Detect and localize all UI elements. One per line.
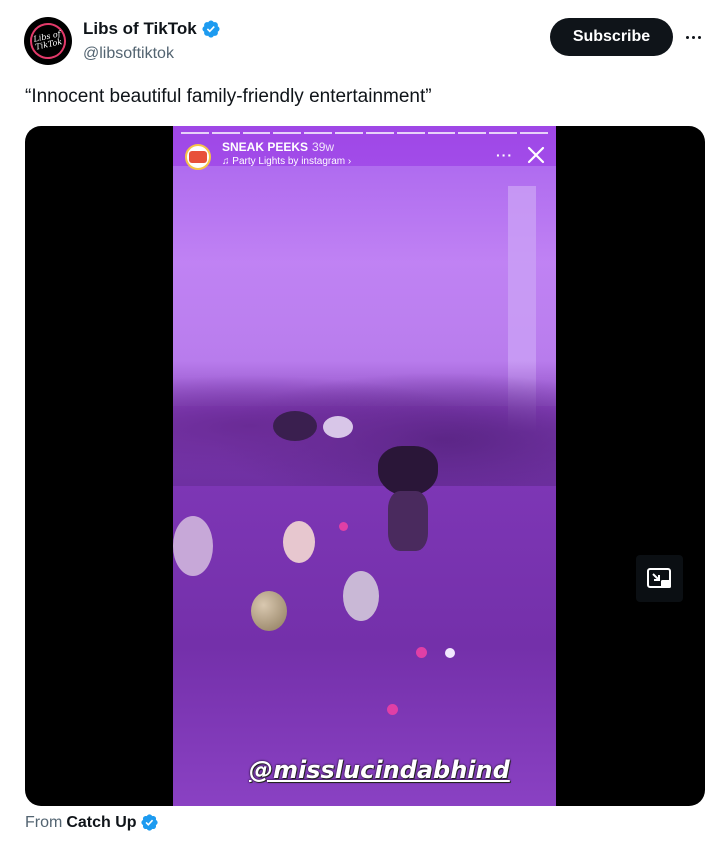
story-account-name: SNEAK PEEKS xyxy=(222,140,309,154)
video-caption: @misslucindabhind xyxy=(249,756,510,784)
scene-ball xyxy=(339,522,348,531)
scene-performer xyxy=(378,446,438,496)
author-display-name[interactable]: Libs of TikTok xyxy=(83,19,197,39)
source-name[interactable]: Catch Up xyxy=(66,814,136,832)
story-more-icon: ··· xyxy=(496,147,513,163)
scene-child xyxy=(173,516,213,576)
scene-balloon xyxy=(251,591,287,631)
scene-child xyxy=(283,521,315,563)
scene-crowd xyxy=(173,361,556,491)
close-icon xyxy=(527,146,545,164)
subscribe-button[interactable]: Subscribe xyxy=(550,18,673,56)
from-label: From xyxy=(25,813,63,831)
scene-figure xyxy=(323,416,353,438)
scene-ball xyxy=(445,648,455,658)
scene-ball xyxy=(416,647,427,658)
video-player[interactable]: SNEAK PEEKS 39w ♫ Party Lights by instagr… xyxy=(25,126,705,806)
story-account-avatar xyxy=(185,144,211,170)
scene-child xyxy=(343,571,379,621)
story-account-row: SNEAK PEEKS 39w xyxy=(222,140,334,154)
author-avatar[interactable]: Libs of TikTok xyxy=(24,17,72,65)
more-options-icon[interactable] xyxy=(680,26,706,48)
story-music: ♫ Party Lights by instagram › xyxy=(222,156,352,167)
author-handle[interactable]: @libsoftiktok xyxy=(83,45,174,63)
story-time: 39w xyxy=(312,140,335,154)
tweet-text: “Innocent beautiful family-friendly ente… xyxy=(25,86,432,107)
author-name-row: Libs of TikTok xyxy=(83,19,221,39)
scene-figure xyxy=(273,411,317,441)
source-attribution: From Catch Up xyxy=(25,813,159,832)
tweet: Libs of TikTok Libs of TikTok @libsoftik… xyxy=(0,0,727,845)
story-progress-bar xyxy=(181,132,548,134)
avatar-logo: Libs of TikTok xyxy=(26,19,70,63)
scene-performer-legs xyxy=(388,491,428,551)
verified-badge-icon xyxy=(202,20,220,38)
verified-badge-icon xyxy=(140,814,158,831)
video-frame[interactable]: SNEAK PEEKS 39w ♫ Party Lights by instagr… xyxy=(173,126,556,806)
scene-ball xyxy=(387,704,398,715)
picture-in-picture-icon[interactable] xyxy=(636,555,683,602)
